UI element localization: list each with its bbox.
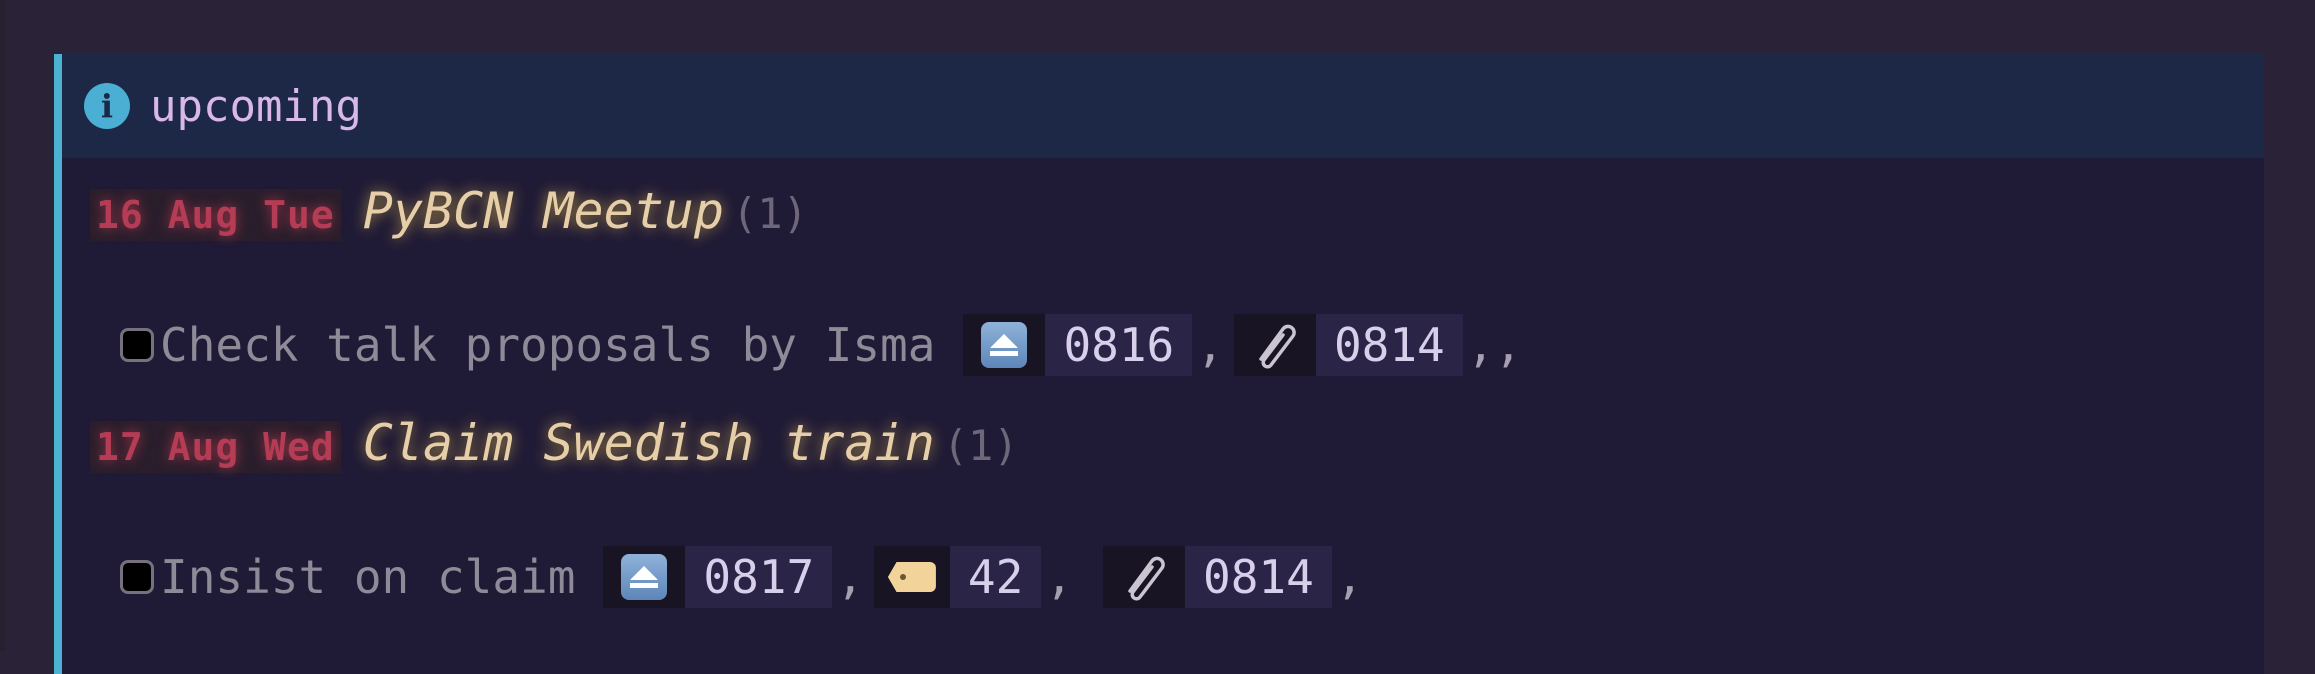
task-count: (1) (732, 189, 808, 238)
chip-value: 42 (949, 546, 1042, 608)
task-text: Check talk proposals by Isma (160, 318, 936, 372)
paperclip-icon (1103, 546, 1185, 608)
date-label: 16 Aug Tue (90, 189, 341, 241)
separator: ,, (1466, 318, 1523, 372)
task-count: (1) (942, 421, 1019, 470)
day-heading: 16 Aug Tue PyBCN Meetup (1) (90, 182, 808, 241)
event-title[interactable]: PyBCN Meetup (363, 182, 724, 240)
date-label: 17 Aug Wed (90, 421, 341, 473)
due-date-chip[interactable]: 0816 (963, 314, 1193, 376)
separator: , (1335, 550, 1364, 604)
task-checkbox[interactable] (120, 328, 154, 362)
eject-icon (963, 314, 1046, 376)
paperclip-icon (1233, 314, 1316, 376)
info-icon: i (84, 83, 130, 129)
link-chip[interactable]: 0814 (1233, 314, 1463, 376)
link-chip[interactable]: 0814 (1103, 546, 1332, 608)
callout-title: upcoming (150, 80, 362, 132)
callout-upcoming: i upcoming 16 Aug Tue PyBCN Meetup (1) C… (54, 54, 2264, 674)
task-item: Check talk proposals by Isma 0816 , 0814… (120, 314, 1532, 376)
chip-value: 0814 (1185, 546, 1332, 608)
chip-value: 0814 (1315, 314, 1463, 376)
task-text: Insist on claim (160, 550, 576, 604)
day-heading: 17 Aug Wed Claim Swedish train (1) (90, 414, 1019, 473)
editor-gutter (0, 0, 6, 651)
due-date-chip[interactable]: 0817 (603, 546, 833, 608)
chip-value: 0817 (685, 546, 833, 608)
separator: , (836, 550, 864, 604)
event-title[interactable]: Claim Swedish train (363, 414, 935, 472)
task-checkbox[interactable] (120, 560, 154, 594)
separator: , (1196, 318, 1224, 372)
task-item: Insist on claim 0817 , 42 , 0814 , (120, 546, 1373, 608)
chip-value: 0816 (1045, 314, 1193, 376)
tag-chip[interactable]: 42 (873, 546, 1042, 608)
separator: , (1045, 550, 1073, 604)
tag-icon (873, 546, 950, 608)
eject-icon (603, 546, 686, 608)
callout-header[interactable]: i upcoming (62, 54, 2264, 158)
